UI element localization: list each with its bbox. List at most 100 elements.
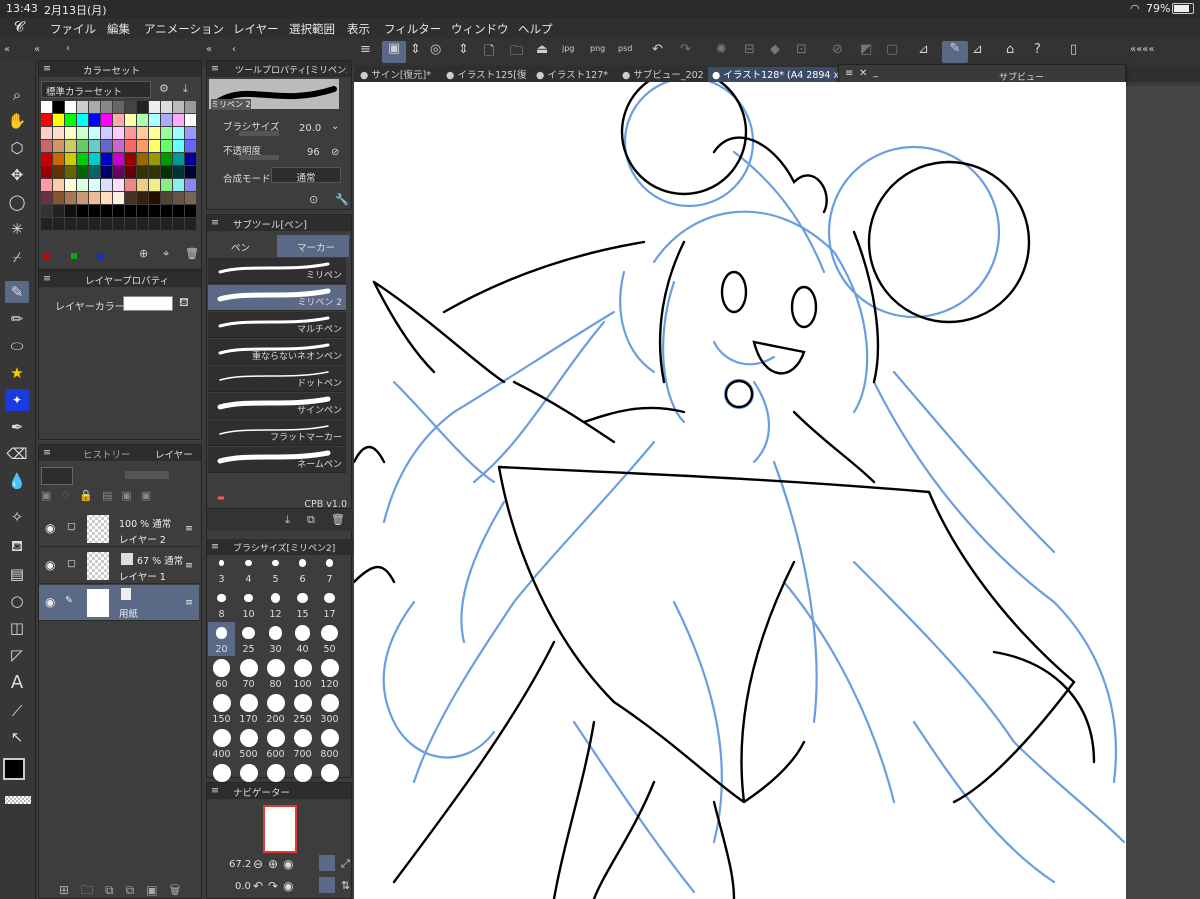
visibility-eye-icon[interactable]: ◉ — [45, 595, 55, 609]
brush-size-dot[interactable] — [239, 729, 258, 747]
collapse-left-icon[interactable]: « — [206, 44, 212, 55]
palette-swatch[interactable] — [89, 166, 100, 178]
palette-swatch[interactable] — [65, 114, 76, 126]
palette-swatch[interactable] — [161, 192, 172, 204]
rotate-controls-icon[interactable]: ↶↷◉ — [253, 879, 299, 893]
collapse-right-icon[interactable]: «««« — [1130, 44, 1154, 55]
palette-swatch[interactable] — [161, 153, 172, 165]
loading-icon[interactable]: ✺ — [716, 42, 727, 57]
palette-swatch[interactable] — [125, 114, 136, 126]
object-tool-icon[interactable]: ⬡ — [5, 137, 29, 159]
palette-swatch[interactable] — [125, 218, 136, 230]
doc-tab-active[interactable]: ● イラスト128* (A4 2894 x 4 — [708, 67, 838, 82]
palette-swatch[interactable] — [65, 205, 76, 217]
brush-size-dot[interactable] — [293, 764, 312, 782]
color-set-tab[interactable]: カラーセット — [83, 63, 140, 77]
palette-swatch[interactable] — [149, 140, 160, 152]
palette-swatch[interactable] — [53, 166, 64, 178]
updown-icon[interactable]: ⇕ — [458, 42, 469, 57]
palette-swatch[interactable] — [41, 218, 52, 230]
palette-swatch[interactable] — [173, 166, 184, 178]
brush-size-dot[interactable] — [244, 593, 253, 603]
flip-vertical-icon[interactable]: ⇅ — [341, 879, 350, 892]
palette-swatch[interactable] — [173, 179, 184, 191]
color-set-select[interactable]: 標準カラーセット — [41, 81, 151, 98]
panel-menu-icon[interactable]: ≡ — [211, 63, 219, 74]
doc-tab[interactable]: ● サイン[復元]* — [360, 67, 431, 82]
palette-swatch[interactable] — [89, 192, 100, 204]
palette-swatch[interactable] — [101, 101, 112, 113]
palette-swatch[interactable] — [125, 179, 136, 191]
drag-handle-icon[interactable]: ≡ — [185, 523, 193, 534]
palette-swatch[interactable] — [137, 127, 148, 139]
palette-swatch[interactable] — [185, 218, 196, 230]
chevron-down-icon[interactable]: ⌄ — [331, 121, 339, 132]
palette-swatch[interactable] — [89, 127, 100, 139]
palette-swatch[interactable] — [65, 192, 76, 204]
palette-swatch[interactable] — [41, 140, 52, 152]
palette-swatch[interactable] — [173, 127, 184, 139]
brush-size-dot[interactable] — [297, 592, 308, 604]
palette-swatch[interactable] — [53, 179, 64, 191]
palette-swatch[interactable] — [149, 205, 160, 217]
palette-swatch[interactable] — [41, 166, 52, 178]
palette-swatch[interactable] — [101, 127, 112, 139]
wrench-icon[interactable]: 🔧 — [335, 193, 349, 206]
brush-size-dot[interactable] — [325, 559, 334, 567]
fill-icon[interactable]: ◆ — [770, 42, 780, 57]
palette-swatch[interactable] — [185, 140, 196, 152]
palette-swatch[interactable] — [137, 205, 148, 217]
palette-swatch[interactable] — [125, 127, 136, 139]
updown-icon[interactable]: ⇕ — [410, 42, 421, 57]
layer-checkbox[interactable]: ▢ — [67, 558, 76, 569]
brush-size-dot[interactable] — [294, 625, 311, 641]
palette-swatch[interactable] — [89, 114, 100, 126]
eyedrop-add-icon[interactable]: ⌖ — [163, 247, 169, 261]
brush-size-dot[interactable] — [320, 694, 339, 712]
panel-menu-icon[interactable]: ≡ — [211, 541, 219, 552]
blend-mode-select[interactable] — [41, 467, 73, 485]
selection-tool-icon[interactable]: ▣ — [382, 41, 406, 63]
brush-size-dot[interactable] — [239, 659, 258, 677]
brush-size-dot[interactable] — [293, 659, 312, 677]
help-icon[interactable]: ? — [1034, 42, 1041, 57]
palette-swatch[interactable] — [137, 218, 148, 230]
brush-size-tab[interactable]: ブラシサイズ[ミリペン2] — [233, 541, 335, 554]
palette-swatch[interactable] — [101, 205, 112, 217]
palette-swatch[interactable] — [41, 114, 52, 126]
palette-swatch[interactable] — [41, 179, 52, 191]
move-tool-icon[interactable]: ✥ — [5, 164, 29, 186]
menu-selection[interactable]: 選択範囲 — [289, 21, 335, 37]
menu-help[interactable]: ヘルプ — [518, 21, 553, 37]
brush-size-dot[interactable] — [266, 659, 285, 677]
layer-tab[interactable]: レイヤー — [155, 447, 193, 461]
subtool-group-pen[interactable]: ペン — [209, 235, 275, 257]
doc-tab[interactable]: ● イラスト125[復 — [446, 67, 526, 82]
brush-size-dot[interactable] — [320, 729, 339, 747]
palette-swatch[interactable] — [77, 218, 88, 230]
wrench-icon[interactable]: ⚙ — [159, 82, 169, 95]
undo-icon[interactable]: ↶ — [652, 42, 663, 57]
palette-swatch[interactable] — [77, 140, 88, 152]
layer-color-swatch[interactable] — [123, 296, 173, 311]
menu-layer[interactable]: レイヤー — [233, 21, 279, 37]
brush-size-slider[interactable] — [239, 131, 279, 136]
brush-size-dot[interactable] — [212, 694, 231, 712]
palette-swatch[interactable] — [41, 101, 52, 113]
palette-swatch[interactable] — [89, 179, 100, 191]
brush-size-dot[interactable] — [298, 559, 307, 567]
opacity-value[interactable]: 96 — [307, 147, 320, 158]
main-color-swatch[interactable] — [3, 758, 25, 780]
palette-swatch[interactable] — [101, 192, 112, 204]
palette-swatch[interactable] — [161, 101, 172, 113]
pen-tool-icon[interactable]: ✎ — [5, 281, 29, 303]
palette-swatch[interactable] — [137, 166, 148, 178]
palette-swatch[interactable] — [41, 153, 52, 165]
vector-pen-icon[interactable]: ✒ — [5, 416, 29, 438]
subtool-brush-item[interactable]: サインペン — [208, 393, 346, 419]
snap-icon[interactable]: ✎ — [942, 41, 968, 63]
export-jpg-icon[interactable]: jpg — [562, 44, 574, 53]
palette-swatch[interactable] — [173, 192, 184, 204]
open-folder-icon[interactable]: 🗀 — [510, 42, 523, 64]
device-icon[interactable]: ▯ — [1070, 42, 1077, 57]
